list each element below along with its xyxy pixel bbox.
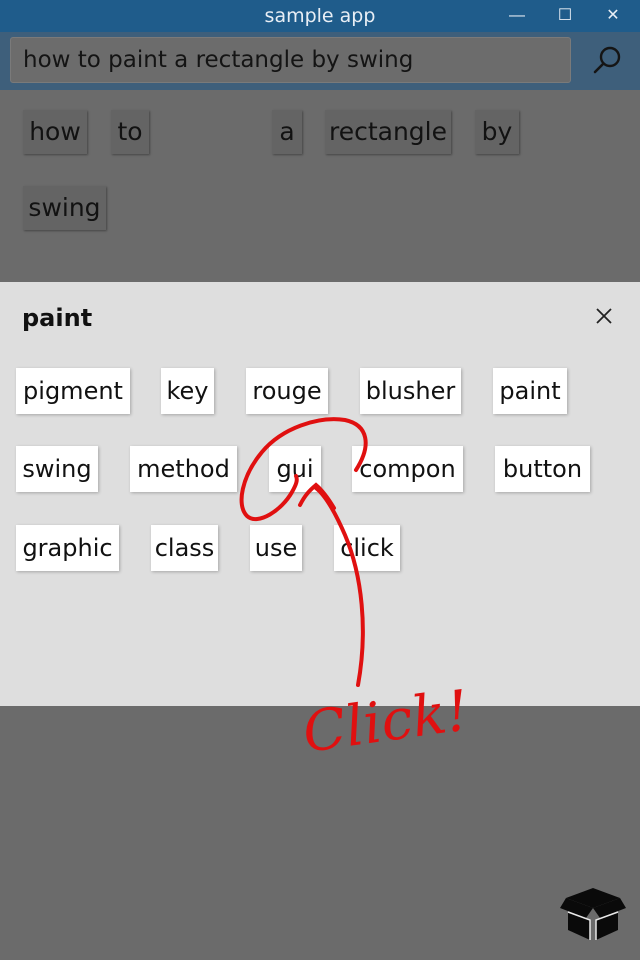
query-word-chip[interactable]: swing xyxy=(23,186,106,230)
suggestion-chip[interactable]: rouge xyxy=(246,368,328,414)
suggestion-panel: paint pigment key rouge blusher paint sw… xyxy=(0,282,640,706)
suggestion-chip[interactable]: use xyxy=(250,525,302,571)
search-icon xyxy=(593,46,621,74)
query-word-chip[interactable]: to xyxy=(111,110,149,154)
search-bar xyxy=(0,32,640,90)
close-window-button[interactable]: ✕ xyxy=(598,4,628,28)
title-bar: sample app — ☐ ✕ xyxy=(0,0,640,32)
suggestion-chip[interactable]: method xyxy=(130,446,237,492)
suggestion-chip[interactable]: paint xyxy=(493,368,567,414)
query-word-chip[interactable]: how xyxy=(23,110,87,154)
search-button[interactable] xyxy=(590,42,626,80)
box-button[interactable] xyxy=(558,876,628,946)
suggestion-chip[interactable]: button xyxy=(495,446,590,492)
suggestion-chip[interactable]: click xyxy=(334,525,400,571)
search-box xyxy=(10,37,571,83)
suggestion-chip[interactable]: key xyxy=(161,368,214,414)
query-word-chip[interactable]: rectangle xyxy=(325,110,451,154)
query-word-chip[interactable]: a xyxy=(272,110,302,154)
suggestion-chip[interactable]: pigment xyxy=(16,368,130,414)
window-title: sample app xyxy=(264,5,376,27)
suggestion-chip[interactable]: graphic xyxy=(16,525,119,571)
minimize-button[interactable]: — xyxy=(502,4,532,28)
search-input[interactable] xyxy=(23,47,553,73)
maximize-button[interactable]: ☐ xyxy=(550,4,580,28)
suggestion-chip[interactable]: class xyxy=(151,525,218,571)
close-icon xyxy=(596,308,612,324)
suggestion-chip[interactable]: gui xyxy=(269,446,321,492)
suggestion-chip[interactable]: swing xyxy=(16,446,98,492)
panel-title: paint xyxy=(22,304,93,332)
query-words-area: how to a rectangle by swing xyxy=(0,90,640,282)
close-panel-button[interactable] xyxy=(590,302,618,330)
suggestion-chip[interactable]: blusher xyxy=(360,368,461,414)
suggestion-chip[interactable]: compon xyxy=(352,446,463,492)
box-icon xyxy=(560,888,626,940)
query-word-chip[interactable]: by xyxy=(475,110,519,154)
